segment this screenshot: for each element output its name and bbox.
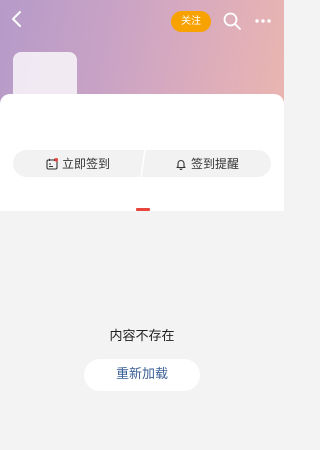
reload-button[interactable]: 重新加载 bbox=[84, 359, 200, 391]
search-icon[interactable] bbox=[222, 11, 242, 31]
reminder-button[interactable]: 签到提醒 bbox=[143, 150, 271, 177]
follow-button[interactable]: 关注 bbox=[171, 11, 211, 32]
back-arrow-icon[interactable] bbox=[6, 8, 28, 30]
checkin-label: 立即签到 bbox=[61, 157, 110, 171]
tab-indicator bbox=[136, 208, 150, 211]
calendar-icon bbox=[46, 157, 58, 170]
more-icon[interactable] bbox=[254, 17, 272, 25]
bell-icon bbox=[176, 159, 186, 170]
empty-message: 内容不存在 bbox=[109, 329, 175, 344]
checkin-button[interactable]: 立即签到 bbox=[13, 150, 143, 177]
profile-card: 立即签到 签到提醒 bbox=[0, 94, 284, 211]
reminder-label: 签到提醒 bbox=[190, 157, 239, 171]
sign-bar: 立即签到 签到提醒 bbox=[13, 150, 271, 177]
